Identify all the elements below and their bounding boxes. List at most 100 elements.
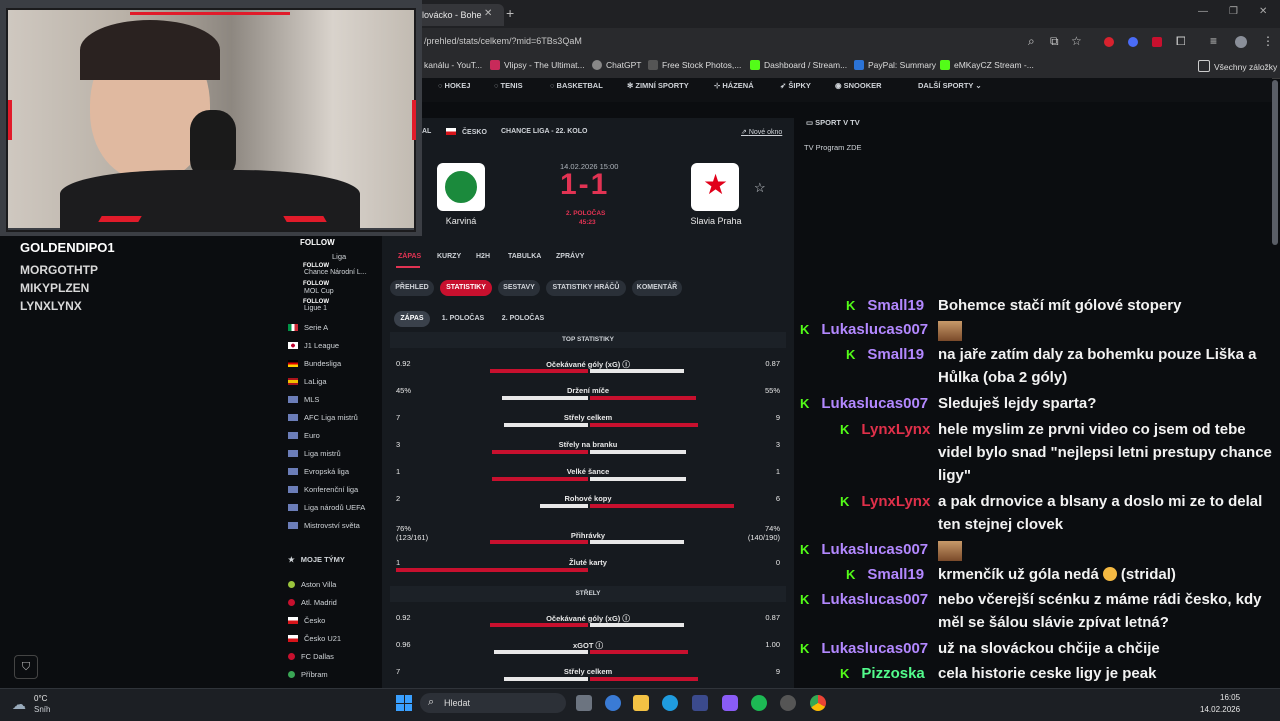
home-team-logo[interactable] [437,163,485,211]
bookmark-item[interactable]: Dashboard / Stream... [750,60,847,70]
my-team-item[interactable]: FC Dallas [288,652,334,661]
spotify-icon[interactable] [751,695,767,711]
period-tab-1[interactable]: 1. POLOČAS [436,311,490,327]
subtab-statistiky[interactable]: STATISTIKY [440,280,492,296]
bookmark-item[interactable]: Vlipsy - The Ultimat... [490,60,585,70]
chat-username[interactable]: LynxLynx [861,493,930,510]
page-scrollbar[interactable] [1272,80,1278,245]
nav-hokej[interactable]: ◌ HOKEJ [438,81,470,90]
my-team-item[interactable]: Atl. Madrid [288,598,337,607]
info-icon[interactable]: ⓘ [620,360,630,369]
chat-username[interactable]: Pizzoska [861,665,924,682]
breadcrumb-competition[interactable]: CHANCE LIGA - 22. KOLO [501,128,587,135]
info-icon[interactable]: ⓘ [620,614,630,623]
install-icon[interactable]: ⧉ [1050,34,1059,49]
chat-username[interactable]: Lukaslucas007 [821,395,928,412]
chat-username[interactable]: Lukaslucas007 [821,541,928,558]
bookmark-item[interactable]: ChatGPT [592,60,641,70]
subtab-prehled[interactable]: PŘEHLED [390,280,434,296]
sidebar-item-j1[interactable]: J1 League [288,341,339,350]
nav-sipky[interactable]: ➶ ŠIPKY [780,81,811,90]
nav-hazena[interactable]: ⊹ HÁZENÁ [714,81,754,90]
chat-username[interactable]: Small19 [867,566,924,583]
weather-temp[interactable]: 0°C [34,694,47,703]
nav-basketbal[interactable]: ◌ BASKETBAL [550,81,603,90]
info-icon[interactable]: ⓘ [593,641,603,650]
home-team-name[interactable]: Karviná [441,216,481,226]
sidebar-item[interactable]: Liga [332,252,346,261]
sidebar-item[interactable]: MOL Cup [304,288,334,295]
extension-icon[interactable] [1104,37,1114,47]
edge-icon[interactable] [662,695,678,711]
minimize-icon[interactable]: — [1198,6,1208,17]
chat-username[interactable]: Lukaslucas007 [821,321,928,338]
period-tab-2[interactable]: 2. POLOČAS [496,311,550,327]
favorite-star-icon[interactable]: ☆ [754,180,766,196]
extensions-puzzle-icon[interactable]: ⧠ [1176,34,1186,49]
profile-avatar[interactable] [1235,36,1247,48]
bookmark-item[interactable]: PayPal: Summary [854,60,936,70]
my-team-item[interactable]: Aston Villa [288,580,336,589]
sidebar-item-bundesliga[interactable]: Bundesliga [288,359,341,368]
app-icon[interactable] [722,695,738,711]
away-team-logo[interactable]: ★ [691,163,739,211]
sidebar-item-laliga[interactable]: LaLiga [288,377,327,386]
subtab-komentar[interactable]: KOMENTÁŘ [632,280,682,296]
bookmark-item[interactable]: kanálu - YouT... [424,60,482,70]
windows-start-icon[interactable] [396,695,412,711]
widgets-icon[interactable] [605,695,621,711]
store-icon[interactable] [692,695,708,711]
subtab-statistiky-hracu[interactable]: STATISTIKY HRÁČŮ [546,280,626,296]
bookmark-star-icon[interactable]: ☆ [1071,34,1082,48]
nav-snooker[interactable]: ◉ SNOOKER [835,81,882,90]
sidebar-item-afc[interactable]: AFC Liga mistrů [288,413,358,422]
tab-zapas[interactable]: ZÁPAS [398,253,421,260]
new-tab-button[interactable]: + [506,5,514,21]
period-tab-zapas[interactable]: ZÁPAS [394,311,430,327]
breadcrumb[interactable]: AL [422,128,431,135]
tab-tabulka[interactable]: TABULKA [508,253,541,260]
close-tab-icon[interactable]: ✕ [484,8,492,19]
url-field[interactable]: /prehled/stats/celkem/?mid=6TBs3QaM [424,36,582,46]
chrome-icon[interactable] [810,695,826,711]
clock-date[interactable]: 14.02.2026 [1200,705,1240,714]
sidebar-item-konferencni-liga[interactable]: Konferenční liga [288,485,358,494]
sidebar-item[interactable]: Chance Národní L... [304,269,367,276]
subtab-sestavy[interactable]: SESTAVY [498,280,540,296]
tv-program-link[interactable]: TV Program ZDE [804,143,862,152]
sidebar-item-evropska-liga[interactable]: Evropská liga [288,467,349,476]
sidebar-item[interactable]: Ligue 1 [304,305,327,312]
sidebar-item-serie-a[interactable]: Serie A [288,323,328,332]
nav-zimni-sporty[interactable]: ✻ ZIMNÍ SPORTY [627,81,689,90]
tab-zpravy[interactable]: ZPRÁVY [556,253,584,260]
bookmark-item[interactable]: eMKayCZ Stream -... [940,60,1034,70]
weather-desc[interactable]: Sníh [34,705,50,714]
sidebar-item-liga-narodu[interactable]: Liga národů UEFA [288,503,365,512]
extension-icon[interactable] [1152,37,1162,47]
close-window-icon[interactable]: ✕ [1259,6,1267,17]
tab-h2h[interactable]: H2H [476,253,490,260]
chat-username[interactable]: Lukaslucas007 [821,640,928,657]
chat-username[interactable]: Small19 [867,346,924,363]
nav-dalsi-sporty[interactable]: DALŠÍ SPORTY ⌄ [918,81,982,90]
taskbar-search-input[interactable]: ⌕ Hledat [420,693,566,713]
breadcrumb-country[interactable]: ČESKO [446,128,487,136]
media-icon[interactable]: ≡ [1210,34,1217,48]
sidebar-item-liga-mistru[interactable]: Liga mistrů [288,449,341,458]
my-team-item[interactable]: Česko U21 [288,634,341,643]
sidebar-item-ms[interactable]: Mistrovství světa [288,521,360,530]
menu-icon[interactable]: ⋮ [1262,34,1274,48]
file-explorer-icon[interactable] [633,695,649,711]
bookmark-item[interactable]: Free Stock Photos,... [648,60,741,70]
clock-time[interactable]: 16:05 [1220,693,1240,702]
sidebar-item-euro[interactable]: Euro [288,431,320,440]
all-bookmarks[interactable]: Všechny záložky [1198,60,1277,72]
away-team-name[interactable]: Slavia Praha [686,216,746,226]
task-view-icon[interactable] [576,695,592,711]
sidebar-item-mls[interactable]: MLS [288,395,319,404]
my-team-item[interactable]: Příbram [288,670,328,679]
new-window-link[interactable]: ⇗ Nové okno [741,128,782,136]
zoom-icon[interactable]: ⌕ [1028,34,1035,49]
chat-username[interactable]: Lukaslucas007 [821,591,928,608]
my-team-item[interactable]: Česko [288,616,325,625]
